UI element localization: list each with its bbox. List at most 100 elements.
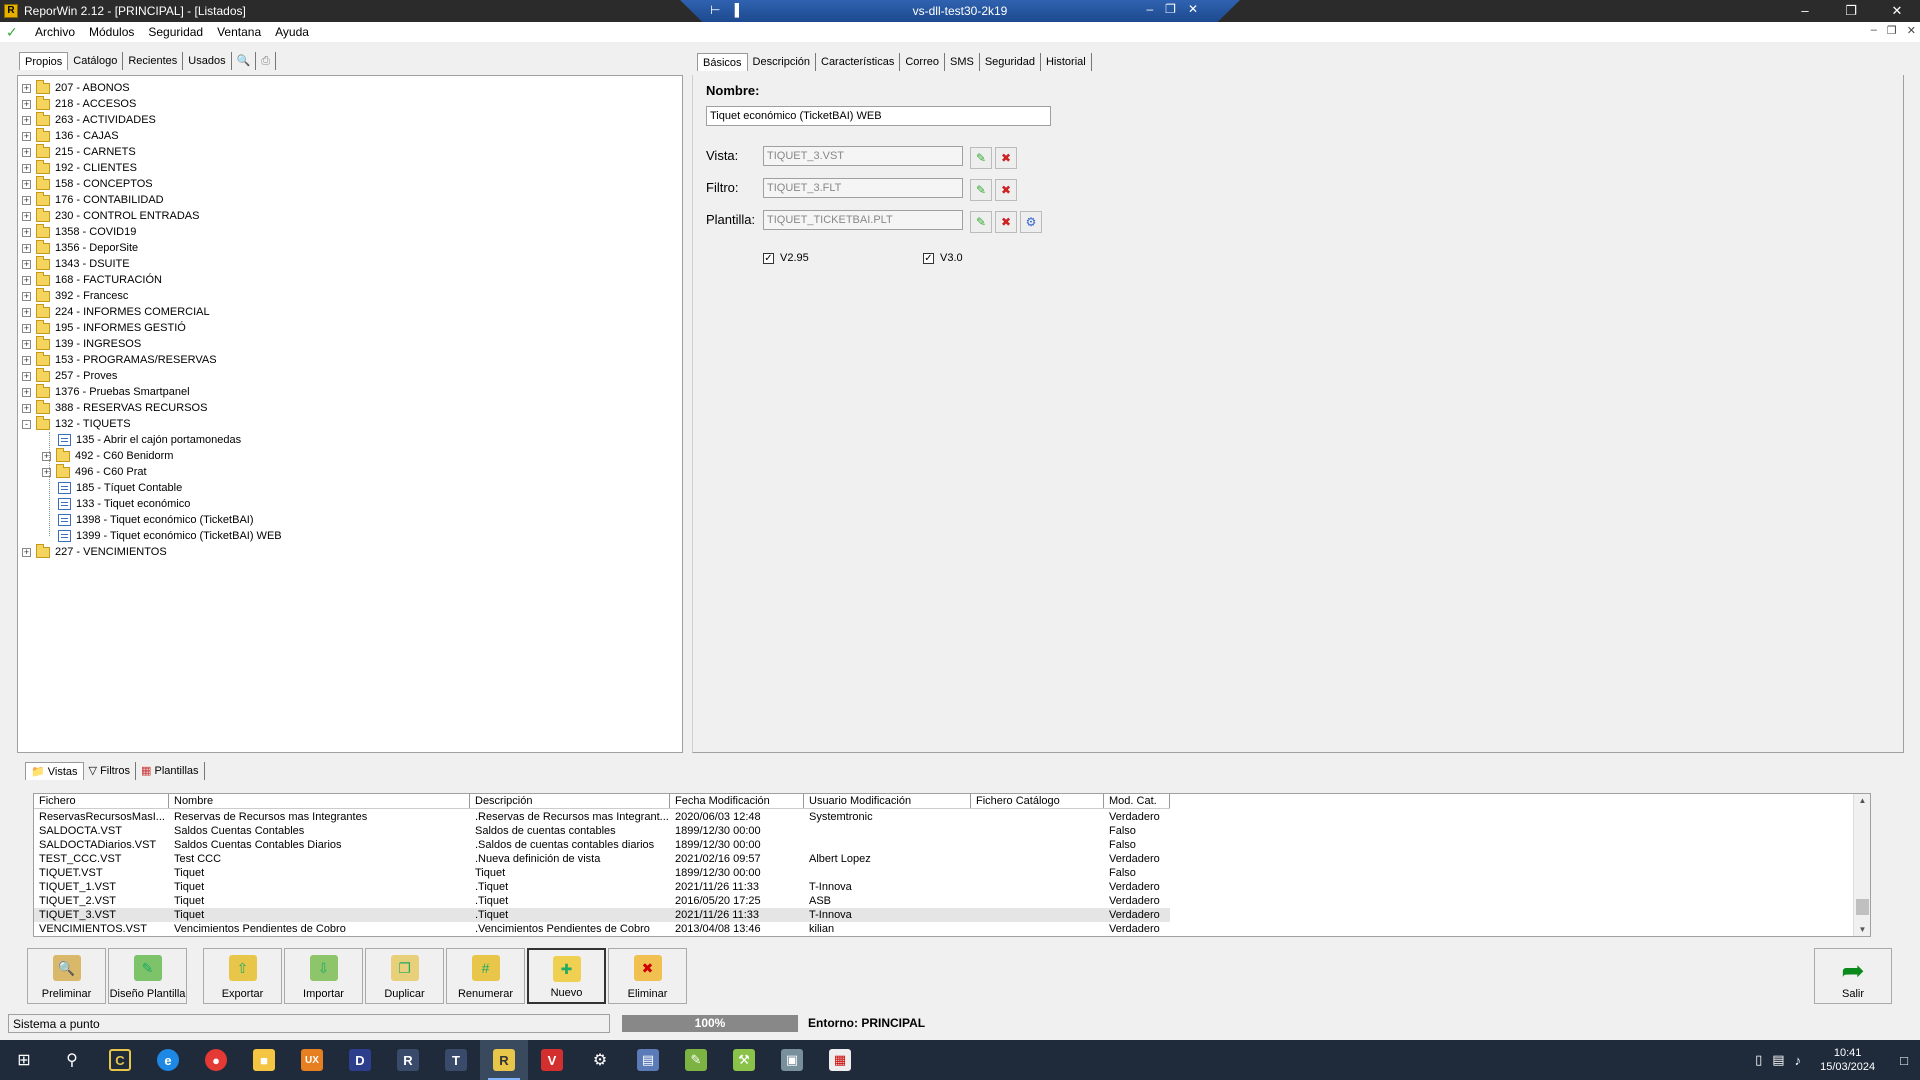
expand-icon[interactable]: + (22, 147, 31, 157)
duplicar-button[interactable]: ❐ Duplicar (365, 948, 444, 1004)
d-app-icon[interactable]: D (336, 1040, 384, 1080)
tree-folder-item[interactable]: +1376 - Pruebas Smartpanel (22, 383, 190, 400)
mdi-child-icon[interactable]: ✓ (6, 24, 24, 40)
mdi-minimize-button[interactable]: – (1871, 24, 1877, 37)
tab-usados[interactable]: Usados (183, 52, 232, 70)
search-icon[interactable]: 🔍 (232, 52, 257, 70)
expand-icon[interactable]: + (22, 83, 31, 93)
app-taskbar-icon-1[interactable]: C (96, 1040, 144, 1080)
tree-folder-item[interactable]: +1343 - DSUITE (22, 255, 130, 272)
column-header[interactable]: Fecha Modificación (670, 794, 804, 808)
tree-folder-item[interactable]: +224 - INFORMES COMERCIAL (22, 303, 210, 320)
tree-folder-item[interactable]: +215 - CARNETS (22, 143, 136, 160)
close-button[interactable]: ✕ (1874, 0, 1920, 22)
menu-seguridad[interactable]: Seguridad (141, 25, 210, 39)
mdi-close-button[interactable]: ✕ (1907, 24, 1916, 37)
tree-folder-item[interactable]: +227 - VENCIMIENTOS (22, 543, 167, 560)
rdp-minimize-button[interactable]: – (1146, 2, 1165, 16)
tree-folder-item[interactable]: +139 - INGRESOS (22, 335, 141, 352)
vista-clear-button[interactable]: ✖ (995, 147, 1017, 169)
filtro-input[interactable]: TIQUET_3.FLT (763, 178, 963, 198)
tree-folder-item[interactable]: +392 - Francesc (22, 287, 128, 304)
vista-input[interactable]: TIQUET_3.VST (763, 146, 963, 166)
tab-seguridad[interactable]: Seguridad (980, 53, 1041, 71)
tree-folder-item[interactable]: +230 - CONTROL ENTRADAS (22, 207, 199, 224)
expand-icon[interactable]: + (22, 355, 31, 365)
tree-folder-item[interactable]: +195 - INFORMES GESTIÓ (22, 319, 186, 336)
search-taskbar-icon[interactable]: ⚲ (48, 1040, 96, 1080)
reporwin-taskbar-icon[interactable]: R (480, 1040, 528, 1080)
diseno-plantilla-button[interactable]: ✎ Diseño Plantilla (108, 948, 187, 1004)
preliminar-button[interactable]: 🔍 Preliminar (27, 948, 106, 1004)
expand-icon[interactable]: + (22, 291, 31, 301)
network-icon[interactable]: ▤ (1772, 1052, 1784, 1068)
expand-icon[interactable]: + (22, 323, 31, 333)
tab-catalogo[interactable]: Catálogo (68, 52, 124, 70)
edge-icon[interactable]: e (144, 1040, 192, 1080)
table-row[interactable]: SALDOCTA.VST Saldos Cuentas Contables Sald… (34, 824, 1170, 838)
grid-scrollbar[interactable]: ▲ ▼ (1853, 794, 1870, 936)
volume-icon[interactable]: ♪ (1795, 1053, 1802, 1068)
tree-report-item[interactable]: 133 - Tiquet económico (42, 496, 190, 512)
table-row[interactable]: TEST_CCC.VST Test CCC .Nueva definición de… (34, 852, 1170, 866)
collapse-icon[interactable]: - (22, 419, 31, 429)
tree-report-item[interactable]: 185 - Tíquet Contable (42, 480, 182, 496)
expand-icon[interactable]: + (22, 163, 31, 173)
tree-folder-item[interactable]: +207 - ABONOS (22, 79, 130, 96)
rdp-restore-button[interactable]: ❐ (1165, 2, 1188, 16)
expand-icon[interactable]: + (22, 547, 31, 557)
start-icon[interactable]: ⊞ (0, 1040, 48, 1080)
v295-checkbox[interactable]: ✓ V2.95 (763, 252, 809, 264)
expand-icon[interactable]: + (22, 307, 31, 317)
expand-icon[interactable]: + (22, 131, 31, 141)
printer-icon[interactable]: ⎙ (256, 52, 277, 70)
pin-icon[interactable]: ⊢ (710, 3, 730, 17)
files-grid[interactable]: Fichero Nombre Descripción Fecha Modificaci… (33, 793, 1871, 937)
expand-icon[interactable]: + (22, 99, 31, 109)
plantilla-clear-button[interactable]: ✖ (995, 211, 1017, 233)
filtro-edit-button[interactable]: ✎ (970, 179, 992, 201)
tree-folder-item[interactable]: +176 - CONTABILIDAD (22, 191, 164, 208)
minimize-button[interactable]: – (1782, 0, 1828, 22)
column-header[interactable]: Fichero (34, 794, 169, 808)
tab-basicos[interactable]: Básicos (697, 53, 748, 71)
v30-checkbox[interactable]: ✓ V3.0 (923, 252, 963, 264)
expand-icon[interactable]: + (22, 211, 31, 221)
chrome-icon[interactable]: ● (192, 1040, 240, 1080)
network-app-icon[interactable]: ▤ (624, 1040, 672, 1080)
expand-icon[interactable]: + (22, 179, 31, 189)
expand-icon[interactable]: + (22, 275, 31, 285)
table-row[interactable]: TIQUET_3.VST Tiquet .Tiquet 2021/11/26 11:3… (34, 908, 1170, 922)
tree-report-item[interactable]: 135 - Abrir el cajón portamonedas (42, 432, 241, 448)
scroll-thumb[interactable] (1856, 899, 1869, 915)
expand-icon[interactable]: + (22, 371, 31, 381)
tree-folder-item[interactable]: +158 - CONCEPTOS (22, 175, 153, 192)
tree-folder-item[interactable]: +136 - CAJAS (22, 127, 119, 144)
menu-ayuda[interactable]: Ayuda (268, 25, 316, 39)
settings-icon[interactable]: ⚙ (576, 1040, 624, 1080)
tab-descripcion[interactable]: Descripción (748, 53, 816, 71)
tab-vistas[interactable]: 📁 Vistas (25, 762, 84, 780)
vista-edit-button[interactable]: ✎ (970, 147, 992, 169)
table-row[interactable]: TIQUET.VST Tiquet Tiquet 1899/12/30 00:00 Fa… (34, 866, 1170, 880)
tree-folder-item[interactable]: +218 - ACCESOS (22, 95, 136, 112)
tab-recientes[interactable]: Recientes (123, 52, 184, 70)
tree-folder-item[interactable]: +257 - Proves (22, 367, 117, 384)
column-header[interactable]: Fichero Catálogo (971, 794, 1104, 808)
table-row[interactable]: SALDOCTADiarios.VST Saldos Cuentas Contab… (34, 838, 1170, 852)
expand-icon[interactable]: + (22, 339, 31, 349)
file-explorer-icon[interactable]: ■ (240, 1040, 288, 1080)
expand-icon[interactable]: + (22, 259, 31, 269)
pdf-app-icon[interactable]: ▦ (816, 1040, 864, 1080)
tab-plantillas[interactable]: ▦ Plantillas (136, 762, 205, 780)
expand-icon[interactable]: + (22, 195, 31, 205)
tree-folder-item[interactable]: +168 - FACTURACIÓN (22, 271, 162, 288)
tree-folder-item[interactable]: +263 - ACTIVIDADES (22, 111, 156, 128)
menu-modulos[interactable]: Módulos (82, 25, 141, 39)
exportar-button[interactable]: ⇧ Exportar (203, 948, 282, 1004)
restore-button[interactable]: ❐ (1828, 0, 1874, 22)
clock[interactable]: 10:41 15/03/2024 (1820, 1046, 1875, 1074)
renumerar-button[interactable]: # Renumerar (446, 948, 525, 1004)
nombre-input[interactable]: Tiquet económico (TicketBAI) WEB (706, 106, 1051, 126)
rdp-close-button[interactable]: ✕ (1188, 2, 1210, 16)
